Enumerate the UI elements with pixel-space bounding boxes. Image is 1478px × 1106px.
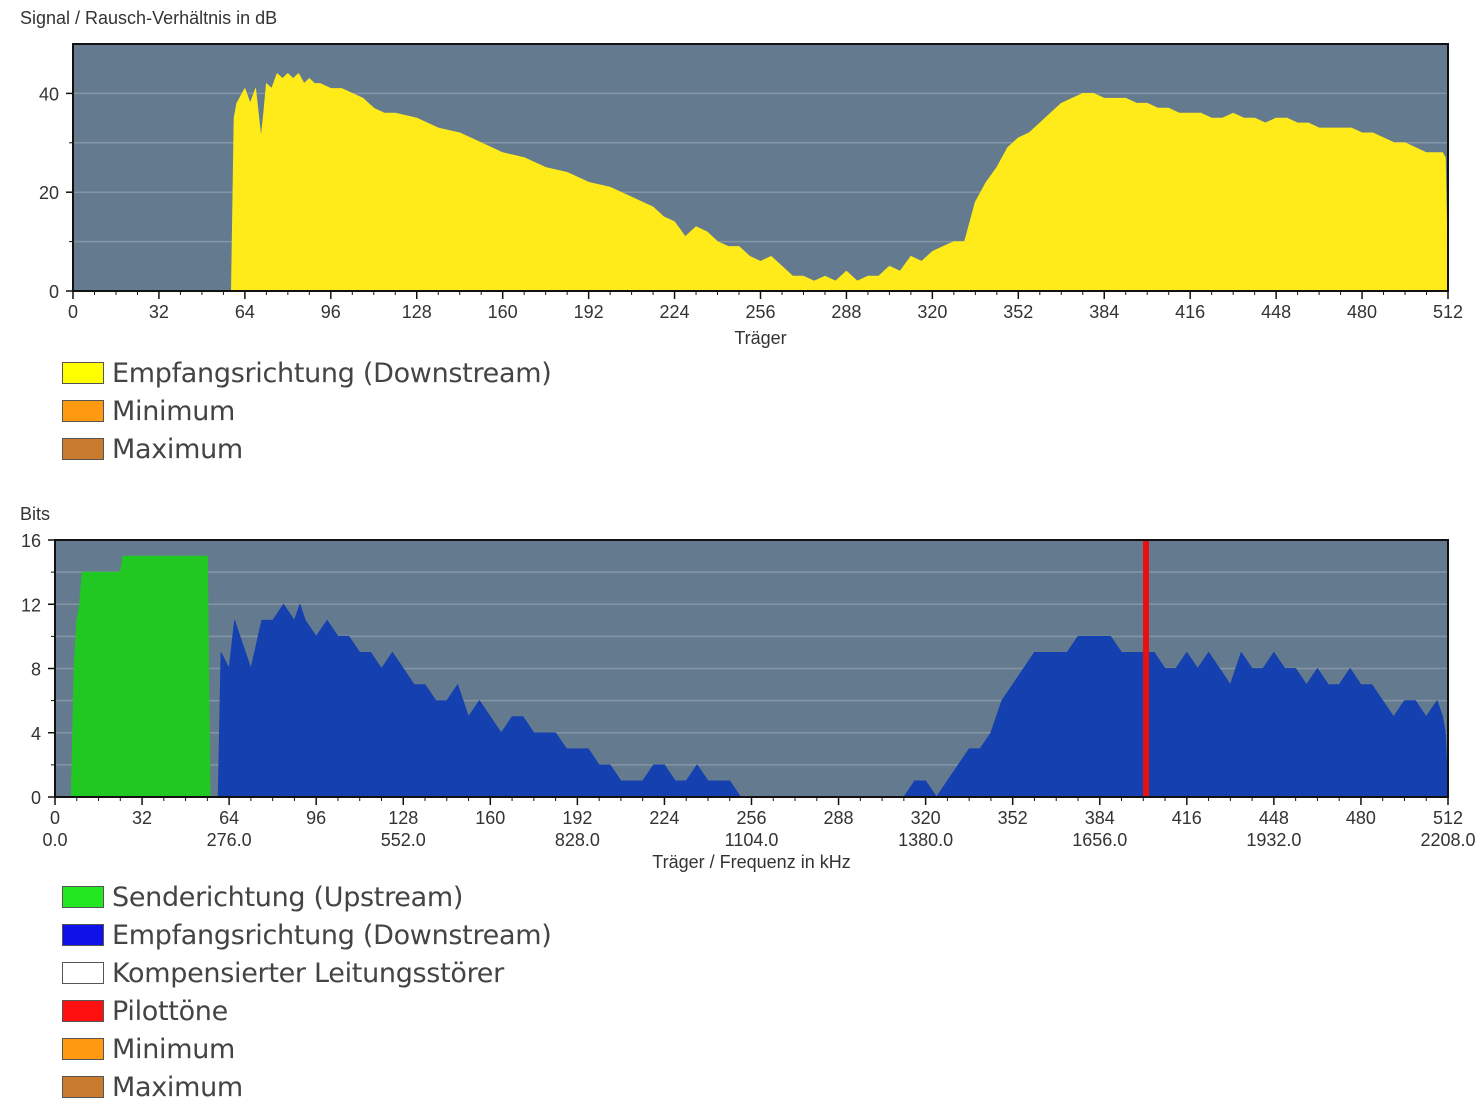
y-tick-label: 8 <box>31 660 41 680</box>
y-tick-label: 0 <box>31 788 41 808</box>
x-tick-label: 256 <box>736 808 766 828</box>
x-tick-label: 416 <box>1172 808 1202 828</box>
x-tick-label: 128 <box>402 302 432 322</box>
x-tick-label: 384 <box>1085 808 1115 828</box>
chart-title-0: Signal / Rausch-Verhältnis in dB <box>20 8 277 28</box>
x-tick-label: 32 <box>132 808 152 828</box>
x-tick-label: 320 <box>917 302 947 322</box>
x-axis-label-0: Träger <box>734 328 786 348</box>
y-tick-label: 20 <box>39 183 59 203</box>
x-tick-label: 192 <box>562 808 592 828</box>
x-tick-label: 160 <box>488 302 518 322</box>
x-tick-label: 288 <box>831 302 861 322</box>
snr-legend: Empfangsrichtung (Downstream) Minimum Ma… <box>62 354 552 468</box>
x-tick-label: 0 <box>50 808 60 828</box>
legend-label: Senderichtung (Upstream) <box>112 881 464 913</box>
x-tick-label: 192 <box>574 302 604 322</box>
freq-tick-label: 2208.0 <box>1420 830 1475 850</box>
y-tick-label: 4 <box>31 724 41 744</box>
legend-label: Pilottöne <box>112 995 228 1027</box>
y-tick-label: 0 <box>49 282 59 302</box>
freq-tick-label: 0.0 <box>42 830 67 850</box>
y-tick-label: 16 <box>21 531 41 551</box>
legend-swatch <box>62 400 104 422</box>
freq-tick-label: 1932.0 <box>1246 830 1301 850</box>
y-tick-label: 40 <box>39 84 59 104</box>
legend-swatch <box>62 924 104 946</box>
x-tick-label: 480 <box>1346 808 1376 828</box>
legend-swatch <box>62 362 104 384</box>
legend-item: Minimum <box>62 392 551 430</box>
legend-swatch <box>62 886 104 908</box>
x-axis-label-1: Träger / Frequenz in kHz <box>652 852 850 872</box>
freq-tick-label: 552.0 <box>381 830 426 850</box>
freq-tick-label: 1656.0 <box>1072 830 1127 850</box>
legend-item: Minimum <box>62 1030 551 1068</box>
freq-tick-label: 828.0 <box>555 830 600 850</box>
x-tick-label: 160 <box>475 808 505 828</box>
x-tick-label: 448 <box>1261 302 1291 322</box>
legend-item: Senderichtung (Upstream) <box>62 878 551 916</box>
legend-label: Maximum <box>112 1071 243 1103</box>
x-tick-label: 224 <box>649 808 679 828</box>
freq-tick-label: 1104.0 <box>725 830 779 850</box>
x-tick-label: 224 <box>660 302 690 322</box>
pilot-tone-line <box>1143 540 1150 797</box>
bits-legend: Senderichtung (Upstream) Empfangsrichtun… <box>62 878 552 1106</box>
x-tick-label: 32 <box>149 302 169 322</box>
x-tick-label: 320 <box>911 808 941 828</box>
x-tick-label: 512 <box>1433 302 1463 322</box>
x-tick-label: 0 <box>68 302 78 322</box>
legend-swatch <box>62 1076 104 1098</box>
x-tick-label: 96 <box>321 302 341 322</box>
x-tick-label: 96 <box>306 808 326 828</box>
freq-tick-label: 1380.0 <box>898 830 953 850</box>
x-tick-label: 288 <box>824 808 854 828</box>
x-tick-label: 352 <box>1003 302 1033 322</box>
series-area-senderichtung-upstream- <box>70 555 211 798</box>
x-tick-label: 416 <box>1175 302 1205 322</box>
x-tick-label: 384 <box>1089 302 1119 322</box>
x-tick-label: 64 <box>219 808 239 828</box>
legend-label: Empfangsrichtung (Downstream) <box>112 357 552 389</box>
legend-item: Kompensierter Leitungsstörer <box>62 954 551 992</box>
y-tick-label: 12 <box>21 595 41 615</box>
freq-tick-label: 276.0 <box>207 830 252 850</box>
legend-label: Minimum <box>112 395 236 427</box>
x-tick-label: 480 <box>1347 302 1377 322</box>
x-tick-label: 448 <box>1259 808 1289 828</box>
legend-swatch <box>62 962 104 984</box>
legend-label: Maximum <box>112 433 243 465</box>
legend-item: Pilottöne <box>62 992 551 1030</box>
legend-swatch <box>62 1000 104 1022</box>
legend-item: Empfangsrichtung (Downstream) <box>62 354 552 392</box>
legend-item: Maximum <box>62 1068 551 1106</box>
chart-title-1: Bits <box>20 504 50 524</box>
x-tick-label: 512 <box>1433 808 1463 828</box>
legend-swatch <box>62 438 104 460</box>
x-tick-label: 64 <box>235 302 255 322</box>
legend-item: Maximum <box>62 430 551 468</box>
legend-item: Empfangsrichtung (Downstream) <box>62 916 552 954</box>
legend-label: Empfangsrichtung (Downstream) <box>112 919 552 951</box>
legend-swatch <box>62 1038 104 1060</box>
x-tick-label: 256 <box>745 302 775 322</box>
x-tick-label: 352 <box>998 808 1028 828</box>
legend-label: Minimum <box>112 1033 236 1065</box>
x-tick-label: 128 <box>388 808 418 828</box>
legend-label: Kompensierter Leitungsstörer <box>112 957 504 989</box>
